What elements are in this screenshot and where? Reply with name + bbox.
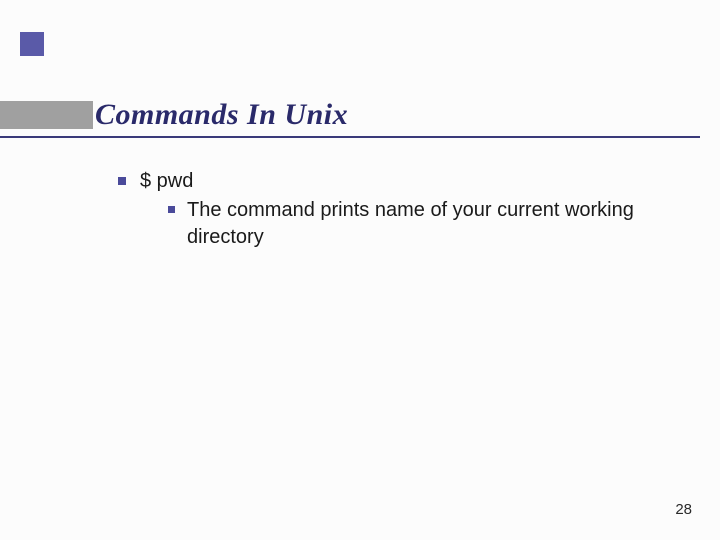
slide-header: Commands In Unix xyxy=(0,0,720,138)
page-number: 28 xyxy=(675,501,692,518)
bullet-icon xyxy=(118,177,126,185)
slide-title: Commands In Unix xyxy=(0,98,348,132)
slide-content: $ pwd The command prints name of your cu… xyxy=(0,138,720,251)
title-bar: Commands In Unix xyxy=(0,92,720,138)
sub-bullet-list: The command prints name of your current … xyxy=(140,197,680,251)
bullet-text-wrapper: $ pwd The command prints name of your cu… xyxy=(140,168,680,251)
bullet-level-2: The command prints name of your current … xyxy=(168,197,680,251)
bullet-1-text: $ pwd xyxy=(140,170,193,192)
title-purple-accent xyxy=(20,32,44,56)
bullet-level-1: $ pwd The command prints name of your cu… xyxy=(118,168,680,251)
bullet-icon xyxy=(168,206,175,213)
sub-bullet-1-text: The command prints name of your current … xyxy=(187,197,680,251)
